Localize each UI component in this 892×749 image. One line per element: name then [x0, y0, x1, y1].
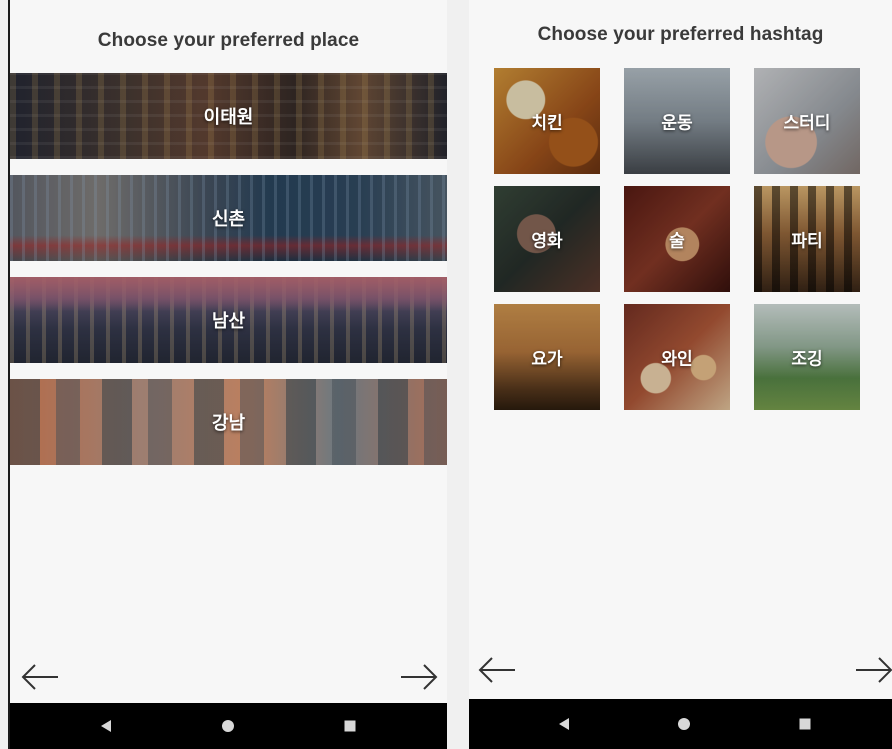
arrow-right-icon [856, 657, 892, 683]
hashtag-selection-screen: Choose your preferred hashtag 치킨 운동 스터디 … [469, 0, 892, 749]
next-arrow-button[interactable] [399, 662, 439, 692]
tag-item-jogging[interactable]: 조깅 [754, 304, 860, 410]
tag-label: 요가 [531, 349, 563, 369]
place-selection-screen: Choose your preferred place 이태원 신촌 남산 강남 [8, 0, 447, 749]
page-title: Choose your preferred hashtag [537, 24, 824, 45]
tag-item-chicken[interactable]: 치킨 [494, 68, 600, 174]
circle-home-icon[interactable] [678, 718, 690, 730]
place-item-gangnam[interactable]: 강남 [10, 379, 447, 465]
tag-label: 조깅 [791, 349, 823, 369]
place-label: 이태원 [203, 107, 254, 127]
triangle-back-icon[interactable] [101, 720, 111, 732]
arrow-right-icon [401, 664, 438, 690]
tag-label: 술 [669, 231, 685, 251]
system-navigation-bar [469, 699, 892, 749]
tag-item-drink[interactable]: 술 [624, 186, 730, 292]
place-label: 남산 [211, 311, 246, 331]
next-arrow-button[interactable] [854, 655, 892, 685]
tag-item-yoga[interactable]: 요가 [494, 304, 600, 410]
place-list: 이태원 신촌 남산 강남 [10, 73, 447, 481]
place-label: 강남 [211, 413, 246, 433]
system-navigation-bar [10, 703, 447, 749]
hashtag-grid: 치킨 운동 스터디 영화 술 파티 요가 와인 조깅 [494, 68, 864, 410]
tag-label: 파티 [791, 231, 823, 251]
arrow-left-icon [478, 657, 515, 683]
square-recents-icon[interactable] [344, 720, 356, 732]
back-arrow-button[interactable] [477, 655, 517, 685]
arrow-left-icon [21, 664, 58, 690]
tag-label: 스터디 [783, 113, 831, 133]
tag-label: 영화 [531, 231, 563, 251]
tag-item-party[interactable]: 파티 [754, 186, 860, 292]
triangle-back-icon[interactable] [559, 718, 569, 730]
tag-label: 운동 [661, 113, 693, 133]
tag-item-exercise[interactable]: 운동 [624, 68, 730, 174]
tag-label: 와인 [661, 349, 693, 369]
tag-item-movie[interactable]: 영화 [494, 186, 600, 292]
circle-home-icon[interactable] [222, 720, 234, 732]
square-recents-icon[interactable] [799, 718, 811, 730]
back-arrow-button[interactable] [20, 662, 60, 692]
tag-label: 치킨 [531, 113, 563, 133]
tag-item-study[interactable]: 스터디 [754, 68, 860, 174]
place-item-namsan[interactable]: 남산 [10, 277, 447, 363]
place-item-itaewon[interactable]: 이태원 [10, 73, 447, 159]
place-label: 신촌 [211, 209, 246, 229]
page-title: Choose your preferred place [97, 30, 360, 51]
place-item-sinchon[interactable]: 신촌 [10, 175, 447, 261]
tag-item-wine[interactable]: 와인 [624, 304, 730, 410]
